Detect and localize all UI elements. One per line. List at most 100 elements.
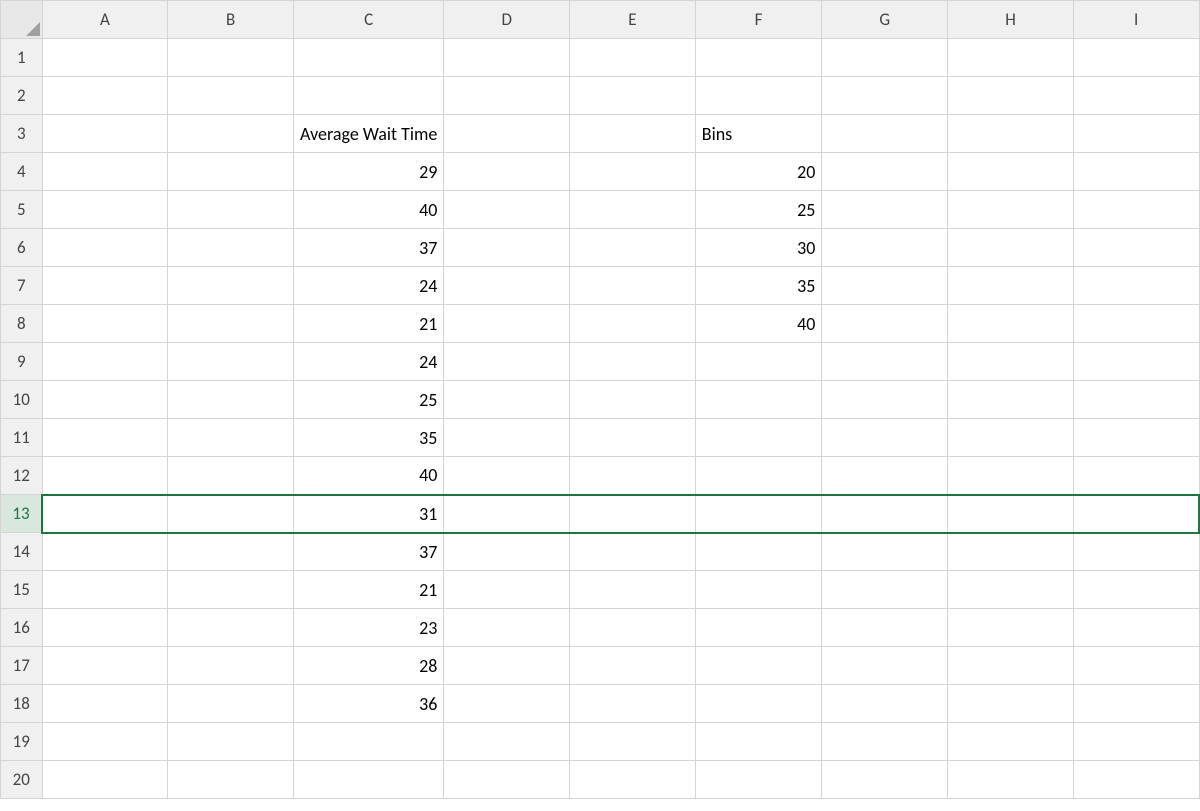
cell-G4[interactable] <box>822 153 948 191</box>
cell-A3[interactable] <box>42 115 168 153</box>
cell-F5[interactable]: 25 <box>695 191 822 229</box>
cell-D14[interactable] <box>444 533 570 571</box>
cell-C15[interactable]: 21 <box>294 571 444 609</box>
cell-A12[interactable] <box>42 457 168 495</box>
cell-B9[interactable] <box>168 343 294 381</box>
row-header-17[interactable]: 17 <box>1 647 43 685</box>
cell-C2[interactable] <box>294 77 444 115</box>
cell-B4[interactable] <box>168 153 294 191</box>
row-header-18[interactable]: 18 <box>1 685 43 723</box>
row-header-15[interactable]: 15 <box>1 571 43 609</box>
cell-G20[interactable] <box>822 761 948 799</box>
cell-E6[interactable] <box>570 229 696 267</box>
cell-E2[interactable] <box>570 77 696 115</box>
cell-F11[interactable] <box>695 419 822 457</box>
cell-G3[interactable] <box>822 115 948 153</box>
cell-E3[interactable] <box>570 115 696 153</box>
cell-B14[interactable] <box>168 533 294 571</box>
cell-B8[interactable] <box>168 305 294 343</box>
cell-I12[interactable] <box>1073 457 1199 495</box>
cell-B17[interactable] <box>168 647 294 685</box>
cell-H5[interactable] <box>948 191 1074 229</box>
cell-B16[interactable] <box>168 609 294 647</box>
cell-I7[interactable] <box>1073 267 1199 305</box>
cell-I20[interactable] <box>1073 761 1199 799</box>
cell-H7[interactable] <box>948 267 1074 305</box>
cell-F19[interactable] <box>695 723 822 761</box>
cell-G18[interactable] <box>822 685 948 723</box>
cell-E10[interactable] <box>570 381 696 419</box>
row-header-5[interactable]: 5 <box>1 191 43 229</box>
cell-I9[interactable] <box>1073 343 1199 381</box>
cell-H3[interactable] <box>948 115 1074 153</box>
cell-I15[interactable] <box>1073 571 1199 609</box>
column-header-E[interactable]: E <box>570 1 696 39</box>
cell-F8[interactable]: 40 <box>695 305 822 343</box>
cell-E7[interactable] <box>570 267 696 305</box>
cell-H6[interactable] <box>948 229 1074 267</box>
cell-H17[interactable] <box>948 647 1074 685</box>
cell-H11[interactable] <box>948 419 1074 457</box>
column-header-I[interactable]: I <box>1073 1 1199 39</box>
column-header-F[interactable]: F <box>695 1 822 39</box>
column-header-H[interactable]: H <box>948 1 1074 39</box>
spreadsheet-grid[interactable]: ABCDEFGHI 123Average Wait TimeBins429205… <box>0 0 1200 799</box>
cell-A19[interactable] <box>42 723 168 761</box>
cell-F3[interactable]: Bins <box>695 115 822 153</box>
cell-F6[interactable]: 30 <box>695 229 822 267</box>
cell-D19[interactable] <box>444 723 570 761</box>
cell-I17[interactable] <box>1073 647 1199 685</box>
cell-A8[interactable] <box>42 305 168 343</box>
cell-C19[interactable] <box>294 723 444 761</box>
cell-G19[interactable] <box>822 723 948 761</box>
row-header-16[interactable]: 16 <box>1 609 43 647</box>
cell-I1[interactable] <box>1073 39 1199 77</box>
cell-E4[interactable] <box>570 153 696 191</box>
cell-H1[interactable] <box>948 39 1074 77</box>
row-header-11[interactable]: 11 <box>1 419 43 457</box>
cell-H9[interactable] <box>948 343 1074 381</box>
cell-B7[interactable] <box>168 267 294 305</box>
cell-A14[interactable] <box>42 533 168 571</box>
cell-I6[interactable] <box>1073 229 1199 267</box>
cell-C3[interactable]: Average Wait Time <box>294 115 444 153</box>
cell-I19[interactable] <box>1073 723 1199 761</box>
select-all-corner[interactable] <box>1 1 43 39</box>
cell-I10[interactable] <box>1073 381 1199 419</box>
cell-E1[interactable] <box>570 39 696 77</box>
cell-A1[interactable] <box>42 39 168 77</box>
cell-I18[interactable] <box>1073 685 1199 723</box>
cell-G16[interactable] <box>822 609 948 647</box>
column-header-B[interactable]: B <box>168 1 294 39</box>
cell-H12[interactable] <box>948 457 1074 495</box>
cell-B10[interactable] <box>168 381 294 419</box>
row-header-12[interactable]: 12 <box>1 457 43 495</box>
cell-G13[interactable] <box>822 495 948 533</box>
cell-D6[interactable] <box>444 229 570 267</box>
cell-A20[interactable] <box>42 761 168 799</box>
cell-E11[interactable] <box>570 419 696 457</box>
row-header-4[interactable]: 4 <box>1 153 43 191</box>
row-header-3[interactable]: 3 <box>1 115 43 153</box>
cell-B6[interactable] <box>168 229 294 267</box>
cell-E16[interactable] <box>570 609 696 647</box>
column-header-A[interactable]: A <box>42 1 168 39</box>
cell-F10[interactable] <box>695 381 822 419</box>
cell-F12[interactable] <box>695 457 822 495</box>
cell-D17[interactable] <box>444 647 570 685</box>
row-header-1[interactable]: 1 <box>1 39 43 77</box>
cell-B12[interactable] <box>168 457 294 495</box>
cell-G5[interactable] <box>822 191 948 229</box>
cell-G7[interactable] <box>822 267 948 305</box>
cell-D15[interactable] <box>444 571 570 609</box>
cell-I13[interactable] <box>1073 495 1199 533</box>
cell-A17[interactable] <box>42 647 168 685</box>
cell-H14[interactable] <box>948 533 1074 571</box>
column-header-C[interactable]: C <box>294 1 444 39</box>
cell-B1[interactable] <box>168 39 294 77</box>
cell-H13[interactable] <box>948 495 1074 533</box>
column-header-D[interactable]: D <box>444 1 570 39</box>
cell-G6[interactable] <box>822 229 948 267</box>
cell-E12[interactable] <box>570 457 696 495</box>
cell-E8[interactable] <box>570 305 696 343</box>
